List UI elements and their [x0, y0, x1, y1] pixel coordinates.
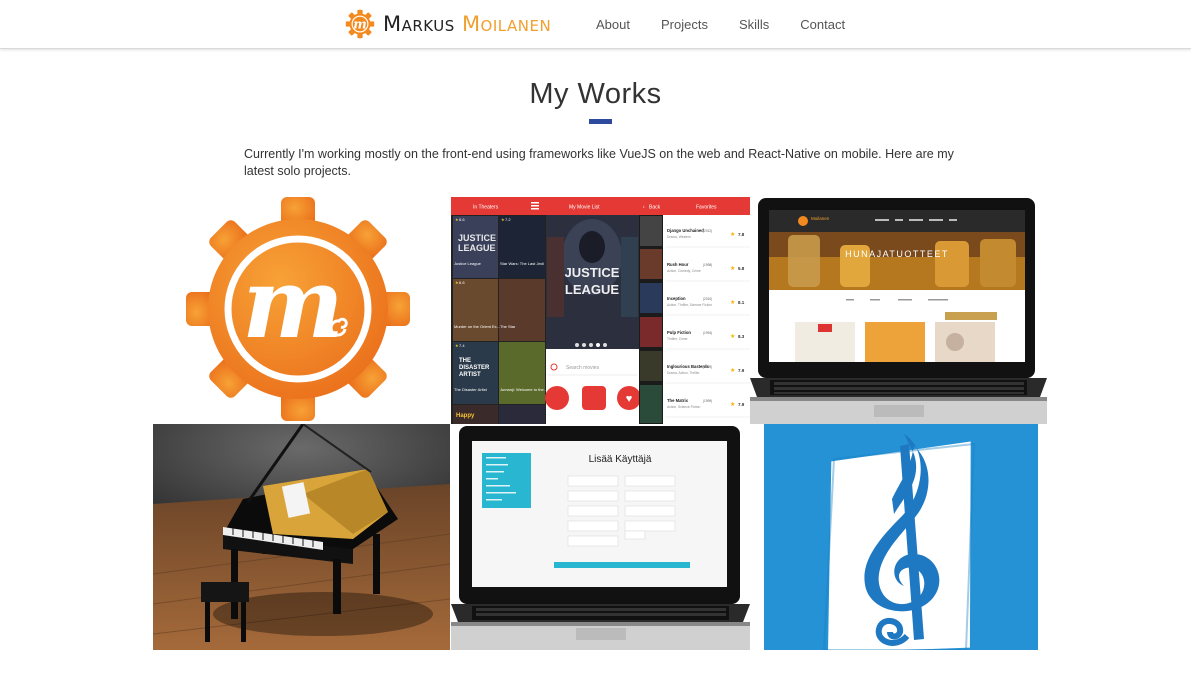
poster-title-4: The Star	[500, 324, 516, 329]
poster-title-5: The Disaster Artist	[454, 387, 488, 392]
favorite-year: (1994)	[703, 331, 712, 335]
top-navbar: m Markus Moilanen About Projects Skills …	[0, 0, 1191, 49]
poster-title-7: Happy	[456, 413, 475, 419]
laptop-honey-screenshot: Moilanen HUNAJATUOTTEET	[750, 198, 1047, 424]
favorite-genre: Drama, Western	[667, 235, 691, 239]
svg-text:LEAGUE: LEAGUE	[458, 243, 496, 253]
nav-skills-link[interactable]: Skills	[739, 17, 769, 32]
project-tile-music-app[interactable]	[764, 424, 1038, 650]
honey-brand: Moilanen	[811, 216, 830, 221]
movie-app-screenshot: In Theaters JUSTICE LEAGUE Justice Leagu…	[451, 197, 750, 424]
brand-link[interactable]: m Markus Moilanen	[345, 8, 551, 40]
favorite-year: (1998)	[703, 263, 712, 267]
logo-letter: m	[242, 247, 344, 360]
admin-form-title: Lisää Käyttäjä	[589, 454, 652, 465]
star-icon: ★	[730, 401, 735, 408]
favorite-title: Django Unchained	[667, 228, 704, 233]
favorite-year: (2010)	[703, 297, 712, 301]
poster-rating-2: 7.2	[505, 217, 511, 222]
poster-rating-1: 6.6	[459, 217, 465, 222]
back-label: Back	[649, 205, 661, 211]
favorite-genre: Action, Thriller, Science Fiction	[667, 303, 712, 307]
star-icon: ★	[730, 265, 735, 272]
favorite-genre: Action, Science Fiction	[667, 405, 701, 409]
project-tile-honey-site[interactable]: Moilanen HUNAJATUOTTEET	[750, 197, 1047, 424]
treble-clef-icon	[764, 424, 1038, 650]
poster-rating-3: 6.6	[459, 280, 465, 285]
favorite-title: The Matrix	[667, 398, 689, 403]
favorite-year: (2012)	[703, 229, 712, 233]
svg-text:JUSTICE: JUSTICE	[458, 233, 496, 243]
svg-text:♥: ♥	[626, 393, 633, 405]
svg-text:THE: THE	[459, 358, 471, 364]
favorite-rating: 7.8	[738, 232, 745, 237]
favorite-year: (1999)	[703, 399, 712, 403]
favorite-rating: 7.9	[738, 368, 745, 373]
favorite-genre: Thriller, Crime	[667, 337, 688, 341]
gear-logo-icon: m	[186, 197, 410, 421]
featured-title-line2: LEAGUE	[565, 282, 620, 297]
nav-projects-link[interactable]: Projects	[661, 17, 708, 32]
favorite-genre: Action, Comedy, Crime	[667, 269, 701, 273]
nav-contact-link[interactable]: Contact	[800, 17, 845, 32]
title-underline	[589, 119, 612, 124]
project-tile-logo[interactable]: m	[153, 197, 450, 424]
favorite-rating: 8.3	[738, 334, 745, 339]
star-icon: ★	[730, 367, 735, 374]
brand-last-name: Moilanen	[461, 12, 552, 36]
section-title: My Works	[529, 78, 662, 110]
brand-name: Markus Moilanen	[383, 12, 551, 36]
honey-hero-title: HUNAJATUOTTEET	[845, 249, 949, 259]
poster-title-3: Murder on the Orient Ex...	[454, 324, 500, 329]
star-icon: ★	[730, 299, 735, 306]
tab-my-movie-list: My Movie List	[569, 205, 600, 211]
brand-first-name: Markus	[383, 12, 455, 36]
poster-title-6: Jumanji: Welcome to the...	[500, 387, 547, 392]
favorite-rating: 7.9	[738, 402, 745, 407]
brand-logo-letter: m	[353, 18, 367, 33]
star-icon: ★	[730, 333, 735, 340]
poster-rating-5: 7.4	[459, 343, 465, 348]
gear-logo-icon: m	[345, 9, 375, 39]
poster-title-2: Star Wars: The Last Jedi	[500, 261, 544, 266]
favorite-rating: 5.8	[738, 266, 745, 271]
tab-favorites: Favorites	[696, 205, 717, 211]
project-tile-movie-app[interactable]: In Theaters JUSTICE LEAGUE Justice Leagu…	[451, 197, 750, 424]
nav-about-link[interactable]: About	[596, 17, 630, 32]
movie-search-input: Search movies	[566, 365, 600, 371]
poster-title-1: Justice League	[454, 261, 482, 266]
piano-image	[153, 424, 450, 650]
project-tile-admin-app[interactable]: Lisää Käyttäjä	[451, 424, 750, 650]
featured-title-line1: JUSTICE	[565, 265, 620, 280]
section-intro: Currently I'm working mostly on the fron…	[244, 147, 954, 178]
main-nav: About Projects Skills Contact	[596, 17, 876, 32]
svg-text:ARTIST: ARTIST	[459, 372, 481, 378]
favorite-title: Rush Hour	[667, 262, 689, 267]
favorite-title: Pulp Fiction	[667, 330, 691, 335]
favorite-rating: 8.1	[738, 300, 745, 305]
favorite-genre: Drama, Action, Thriller	[667, 371, 700, 375]
project-tile-piano[interactable]	[153, 424, 450, 650]
star-icon: ★	[730, 231, 735, 238]
favorite-year: (2009)	[703, 365, 712, 369]
laptop-admin-screenshot: Lisää Käyttäjä	[451, 426, 750, 650]
favorite-title: Inception	[667, 296, 686, 301]
tab-in-theaters: In Theaters	[473, 205, 499, 211]
svg-text:DISASTER: DISASTER	[459, 365, 490, 371]
